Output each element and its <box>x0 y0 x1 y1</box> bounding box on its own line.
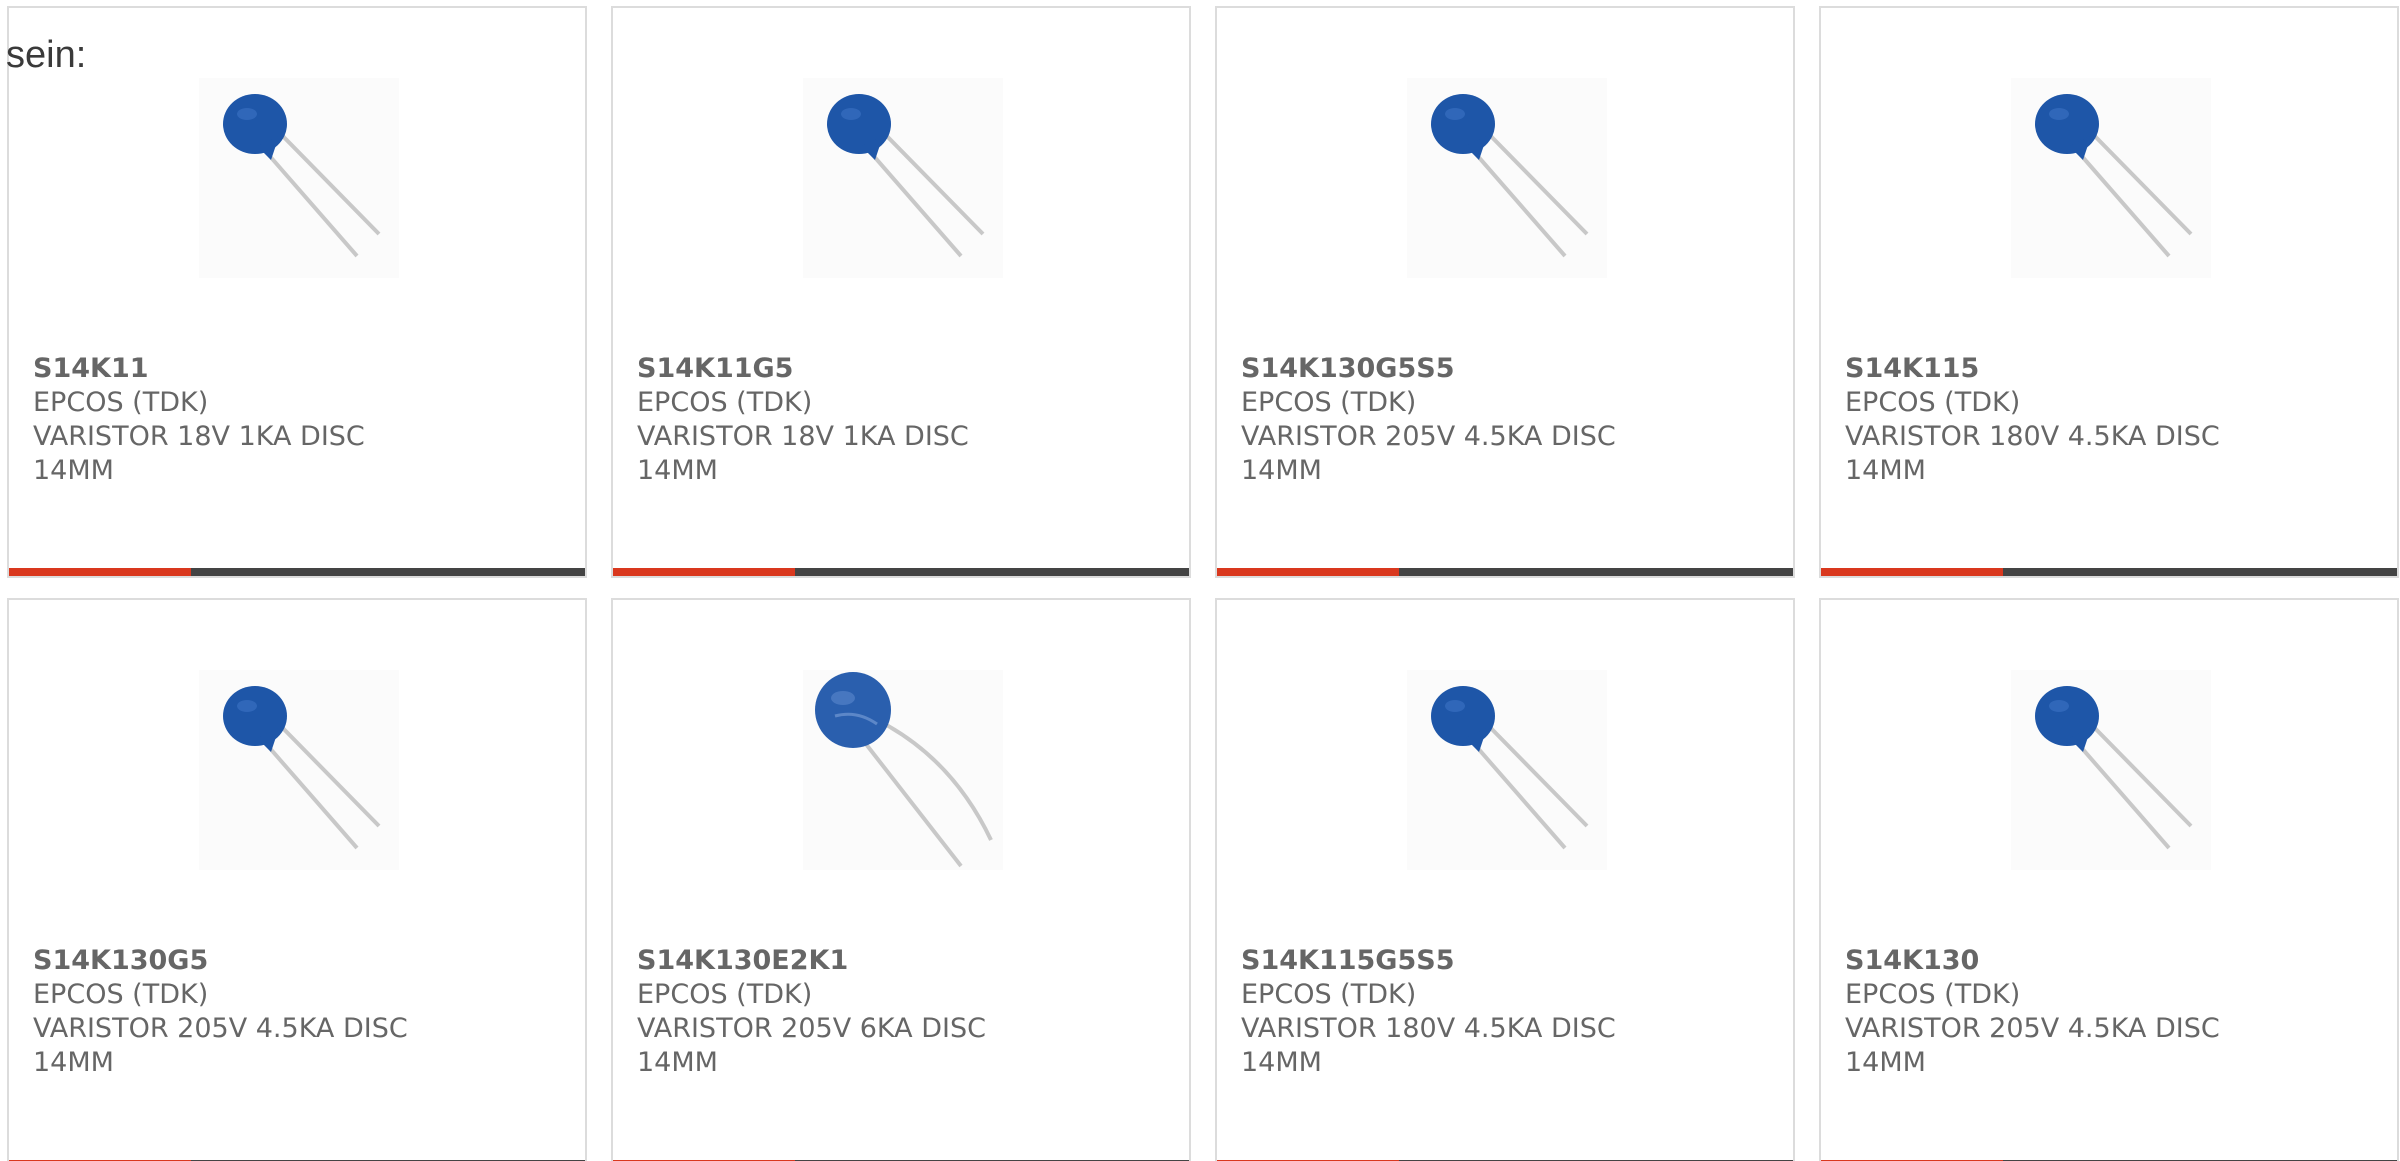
card-bar <box>613 568 1189 576</box>
part-number[interactable]: S14K130G5S5 <box>1241 352 1661 386</box>
manufacturer: EPCOS (TDK) <box>1241 979 1417 1010</box>
part-number[interactable]: S14K130E2K1 <box>637 944 1057 978</box>
product-info: S14K115G5S5 EPCOS (TDK) VARISTOR 180V 4.… <box>1241 944 1661 1080</box>
varistor-icon <box>223 94 381 258</box>
varistor-icon <box>2035 686 2193 850</box>
product-image[interactable] <box>803 78 1003 278</box>
product-image[interactable] <box>803 670 1003 870</box>
product-image[interactable] <box>199 78 399 278</box>
product-card[interactable]: S14K11G5 EPCOS (TDK) VARISTOR 18V 1KA DI… <box>611 6 1191 578</box>
card-bar-accent <box>613 568 795 576</box>
product-info: S14K11G5 EPCOS (TDK) VARISTOR 18V 1KA DI… <box>637 352 1057 488</box>
part-number[interactable]: S14K11G5 <box>637 352 1057 386</box>
product-info: S14K130G5 EPCOS (TDK) VARISTOR 205V 4.5K… <box>33 944 453 1080</box>
manufacturer: EPCOS (TDK) <box>637 979 813 1010</box>
card-bar <box>9 568 585 576</box>
manufacturer: EPCOS (TDK) <box>33 979 209 1010</box>
intro-text: sein: <box>6 34 87 76</box>
product-info: S14K130 EPCOS (TDK) VARISTOR 205V 4.5KA … <box>1845 944 2265 1080</box>
part-number[interactable]: S14K115 <box>1845 352 2265 386</box>
card-bar <box>1217 568 1793 576</box>
product-card[interactable]: S14K11 EPCOS (TDK) VARISTOR 18V 1KA DISC… <box>7 6 587 578</box>
manufacturer: EPCOS (TDK) <box>1241 387 1417 418</box>
description: VARISTOR 205V 4.5KA DISC 14MM <box>33 1013 408 1078</box>
description: VARISTOR 180V 4.5KA DISC 14MM <box>1845 421 2220 486</box>
manufacturer: EPCOS (TDK) <box>1845 979 2021 1010</box>
varistor-icon <box>1431 686 1589 850</box>
product-image[interactable] <box>199 670 399 870</box>
varistor-icon <box>827 94 985 258</box>
part-number[interactable]: S14K11 <box>33 352 453 386</box>
product-card[interactable]: S14K115G5S5 EPCOS (TDK) VARISTOR 180V 4.… <box>1215 598 1795 1161</box>
product-image[interactable] <box>2011 670 2211 870</box>
product-card[interactable]: S14K130 EPCOS (TDK) VARISTOR 205V 4.5KA … <box>1819 598 2399 1161</box>
varistor-icon <box>223 686 381 850</box>
card-bar <box>1821 568 2397 576</box>
varistor-icon <box>815 672 993 868</box>
description: VARISTOR 205V 6KA DISC 14MM <box>637 1013 986 1078</box>
card-bar-accent <box>9 568 191 576</box>
product-info: S14K130E2K1 EPCOS (TDK) VARISTOR 205V 6K… <box>637 944 1057 1080</box>
product-image[interactable] <box>2011 78 2211 278</box>
product-grid-page: sein: S14K11 EPCOS (TDK) VARISTOR 18V 1K… <box>0 0 2400 1161</box>
part-number[interactable]: S14K130G5 <box>33 944 453 978</box>
description: VARISTOR 18V 1KA DISC 14MM <box>637 421 969 486</box>
product-card[interactable]: S14K130G5 EPCOS (TDK) VARISTOR 205V 4.5K… <box>7 598 587 1161</box>
product-card[interactable]: S14K130G5S5 EPCOS (TDK) VARISTOR 205V 4.… <box>1215 6 1795 578</box>
manufacturer: EPCOS (TDK) <box>33 387 209 418</box>
description: VARISTOR 205V 4.5KA DISC 14MM <box>1241 421 1616 486</box>
product-image[interactable] <box>1407 78 1607 278</box>
product-info: S14K11 EPCOS (TDK) VARISTOR 18V 1KA DISC… <box>33 352 453 488</box>
manufacturer: EPCOS (TDK) <box>1845 387 2021 418</box>
description: VARISTOR 18V 1KA DISC 14MM <box>33 421 365 486</box>
product-card[interactable]: S14K115 EPCOS (TDK) VARISTOR 180V 4.5KA … <box>1819 6 2399 578</box>
product-image[interactable] <box>1407 670 1607 870</box>
card-bar-accent <box>1217 568 1399 576</box>
varistor-icon <box>1431 94 1589 258</box>
manufacturer: EPCOS (TDK) <box>637 387 813 418</box>
varistor-icon <box>2035 94 2193 258</box>
part-number[interactable]: S14K115G5S5 <box>1241 944 1661 978</box>
product-card[interactable]: S14K130E2K1 EPCOS (TDK) VARISTOR 205V 6K… <box>611 598 1191 1161</box>
part-number[interactable]: S14K130 <box>1845 944 2265 978</box>
card-bar-accent <box>1821 568 2003 576</box>
product-info: S14K130G5S5 EPCOS (TDK) VARISTOR 205V 4.… <box>1241 352 1661 488</box>
description: VARISTOR 205V 4.5KA DISC 14MM <box>1845 1013 2220 1078</box>
description: VARISTOR 180V 4.5KA DISC 14MM <box>1241 1013 1616 1078</box>
product-info: S14K115 EPCOS (TDK) VARISTOR 180V 4.5KA … <box>1845 352 2265 488</box>
